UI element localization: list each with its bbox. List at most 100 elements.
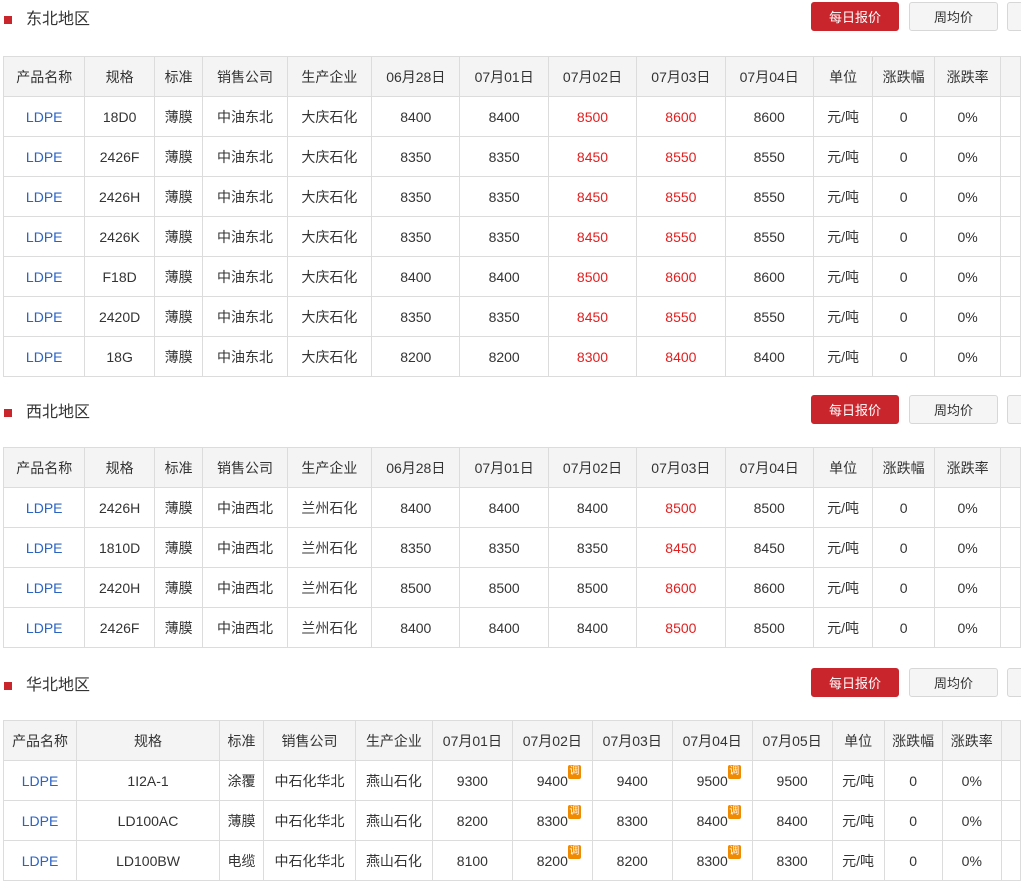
table-row: LDPE 2420D 薄膜 中油东北 大庆石化 8350 8350 8450 8550 8550 元… — [2, 296, 1021, 337]
column-header[interactable]: 07月02日 — [511, 720, 593, 761]
table-cell: 0% — [933, 216, 1002, 257]
table-cell: 元/吨 — [812, 136, 874, 177]
column-header[interactable]: 标准 — [153, 56, 204, 97]
overflow-cell — [1000, 607, 1021, 648]
column-header[interactable]: 单位 — [831, 720, 885, 761]
product-link-cell[interactable]: LDPE — [2, 176, 86, 217]
column-header[interactable]: 单位 — [812, 56, 874, 97]
section-header: 西北地区 每日报价 周均价 — [0, 395, 1021, 429]
column-header[interactable]: 07月02日 — [547, 56, 638, 97]
table-cell: 元/吨 — [831, 760, 885, 801]
column-header[interactable]: 标准 — [218, 720, 265, 761]
weekly-average-button[interactable]: 周均价 — [909, 2, 998, 31]
product-link[interactable]: LDPE — [26, 620, 63, 636]
column-header[interactable]: 07月02日 — [547, 447, 638, 488]
column-header[interactable]: 规格 — [76, 720, 220, 761]
table-cell: 薄膜 — [153, 96, 204, 137]
column-header[interactable]: 涨跌幅 — [883, 720, 943, 761]
daily-quote-button[interactable]: 每日报价 — [811, 2, 899, 31]
price-cell: 9400 — [591, 760, 673, 801]
column-header-overflow — [1000, 447, 1021, 488]
daily-quote-button[interactable]: 每日报价 — [811, 395, 899, 424]
column-header[interactable]: 07月04日 — [724, 56, 814, 97]
product-link-cell[interactable]: LDPE — [2, 800, 78, 841]
product-link[interactable]: LDPE — [26, 349, 63, 365]
column-header[interactable]: 涨跌率 — [933, 56, 1002, 97]
more-button[interactable] — [1007, 395, 1021, 424]
daily-quote-button[interactable]: 每日报价 — [811, 668, 899, 697]
column-header[interactable]: 标准 — [153, 447, 204, 488]
product-link-cell[interactable]: LDPE — [2, 567, 86, 608]
product-link[interactable]: LDPE — [26, 109, 63, 125]
product-link-cell[interactable]: LDPE — [2, 136, 86, 177]
price-cell: 8500 — [547, 96, 638, 137]
product-link[interactable]: LDPE — [26, 189, 63, 205]
column-header[interactable]: 07月04日 — [671, 720, 753, 761]
table-cell: 0% — [933, 527, 1002, 568]
weekly-average-button[interactable]: 周均价 — [909, 668, 998, 697]
product-link[interactable]: LDPE — [22, 773, 59, 789]
column-header[interactable]: 规格 — [84, 447, 155, 488]
product-link[interactable]: LDPE — [26, 500, 63, 516]
column-header[interactable]: 销售公司 — [202, 56, 288, 97]
column-header[interactable]: 涨跌率 — [941, 720, 1002, 761]
column-header[interactable]: 07月04日 — [724, 447, 814, 488]
product-link[interactable]: LDPE — [26, 149, 63, 165]
product-link-cell[interactable]: LDPE — [2, 527, 86, 568]
column-header[interactable]: 涨跌幅 — [872, 56, 935, 97]
column-header[interactable]: 销售公司 — [263, 720, 356, 761]
table-cell: 2420H — [84, 567, 155, 608]
product-link-cell[interactable]: LDPE — [2, 760, 78, 801]
column-header[interactable]: 规格 — [84, 56, 155, 97]
column-header[interactable]: 产品名称 — [2, 447, 86, 488]
weekly-average-button[interactable]: 周均价 — [909, 395, 998, 424]
more-button[interactable] — [1007, 2, 1021, 31]
table-cell: 0% — [941, 800, 1002, 841]
price-cell: 8300 调 — [511, 800, 593, 841]
product-link[interactable]: LDPE — [26, 269, 63, 285]
product-link-cell[interactable]: LDPE — [2, 216, 86, 257]
column-header[interactable]: 07月01日 — [459, 56, 549, 97]
column-header[interactable]: 涨跌率 — [933, 447, 1002, 488]
column-header[interactable]: 07月05日 — [751, 720, 833, 761]
product-link[interactable]: LDPE — [26, 309, 63, 325]
product-link[interactable]: LDPE — [26, 580, 63, 596]
price-cell: 8350 — [371, 216, 461, 257]
product-link-cell[interactable]: LDPE — [2, 840, 78, 881]
column-header[interactable]: 07月01日 — [431, 720, 513, 761]
product-link-cell[interactable]: LDPE — [2, 336, 86, 377]
overflow-cell — [1000, 96, 1021, 137]
product-link[interactable]: LDPE — [22, 853, 59, 869]
price-cell: 8400 — [547, 487, 638, 528]
column-header[interactable]: 销售公司 — [202, 447, 288, 488]
column-header[interactable]: 单位 — [812, 447, 874, 488]
column-header[interactable]: 06月28日 — [371, 447, 461, 488]
column-header[interactable]: 生产企业 — [286, 56, 373, 97]
price-cell: 8400 — [459, 607, 549, 648]
table-header-row: 产品名称 规格 标准 销售公司 生产企业 07月01日 07月02日 07月03日 07月04日… — [2, 720, 1021, 761]
product-link[interactable]: LDPE — [26, 540, 63, 556]
product-link-cell[interactable]: LDPE — [2, 296, 86, 337]
column-header[interactable]: 07月03日 — [636, 447, 726, 488]
column-header[interactable]: 产品名称 — [2, 56, 86, 97]
column-header[interactable]: 07月03日 — [591, 720, 673, 761]
table-cell: 中油东北 — [202, 176, 288, 217]
product-link-cell[interactable]: LDPE — [2, 256, 86, 297]
table-cell: 0% — [933, 336, 1002, 377]
product-link-cell[interactable]: LDPE — [2, 96, 86, 137]
column-header[interactable]: 07月03日 — [636, 56, 726, 97]
price-cell: 8450 — [724, 527, 814, 568]
product-link-cell[interactable]: LDPE — [2, 487, 86, 528]
column-header[interactable]: 06月28日 — [371, 56, 461, 97]
product-link-cell[interactable]: LDPE — [2, 607, 86, 648]
price-cell: 8400 — [371, 607, 461, 648]
column-header[interactable]: 生产企业 — [354, 720, 433, 761]
column-header[interactable]: 涨跌幅 — [872, 447, 935, 488]
column-header[interactable]: 生产企业 — [286, 447, 373, 488]
column-header[interactable]: 产品名称 — [2, 720, 78, 761]
more-button[interactable] — [1007, 668, 1021, 697]
product-link[interactable]: LDPE — [22, 813, 59, 829]
price-cell: 8450 — [636, 527, 726, 568]
product-link[interactable]: LDPE — [26, 229, 63, 245]
column-header[interactable]: 07月01日 — [459, 447, 549, 488]
